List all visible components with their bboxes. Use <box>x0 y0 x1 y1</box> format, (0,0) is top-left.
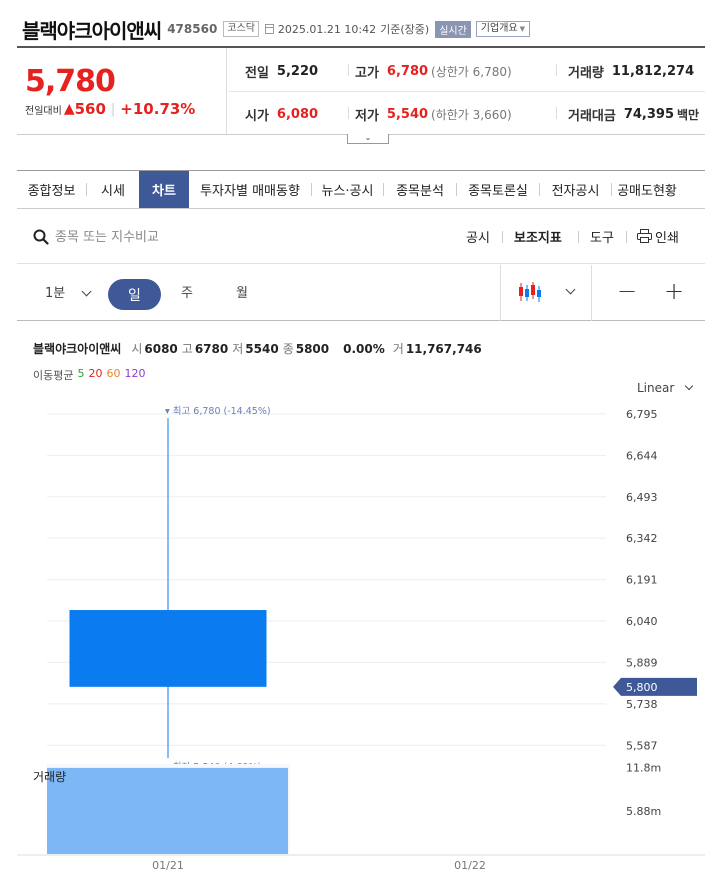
y-tick-label: 5,738 <box>626 698 658 711</box>
candle-body <box>69 610 267 687</box>
y-tick-label: 6,191 <box>626 574 658 587</box>
high-annotation: ▾ 최고 6,780 (-14.45%) <box>165 406 271 417</box>
y-tick-label: 5,889 <box>626 656 658 669</box>
y-tick-label: 6,493 <box>626 491 658 504</box>
x-tick-label: 01/21 <box>152 859 184 872</box>
volume-panel-label: 거래량 <box>33 770 67 784</box>
x-tick-label: 01/22 <box>454 859 486 872</box>
y-tick-label: 6,644 <box>626 449 658 462</box>
y-tick-label: 5,587 <box>626 739 658 752</box>
volume-bar <box>47 767 288 854</box>
volume-tick-label: 11.8m <box>626 762 661 775</box>
y-tick-label: 6,795 <box>626 408 658 421</box>
price-chart[interactable]: 6,795 6,644 6,493 6,342 6,191 6,040 5,889 5,738… <box>0 0 705 886</box>
y-tick-label: 6,040 <box>626 615 658 628</box>
y-tick-label: 6,342 <box>626 532 658 545</box>
current-price-label: 5,800 <box>626 681 658 694</box>
volume-tick-label: 5.88m <box>626 805 661 818</box>
